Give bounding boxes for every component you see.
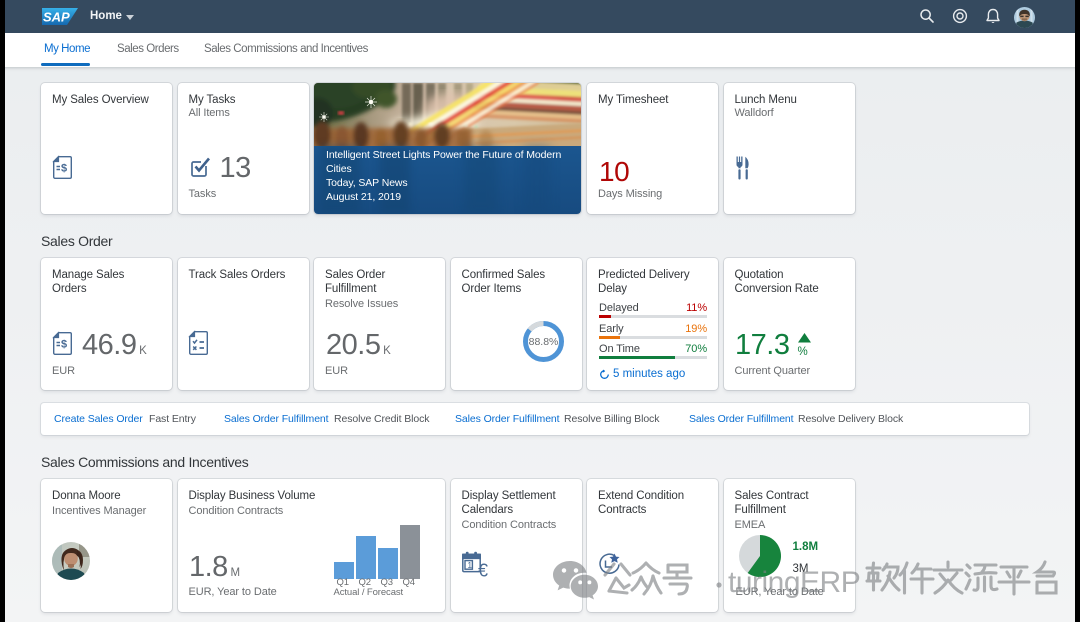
svg-text:1: 1: [467, 560, 472, 570]
svg-text:$: $: [61, 339, 67, 351]
svg-text:SAP: SAP: [43, 10, 70, 25]
svg-text:$: $: [61, 163, 67, 175]
svg-text:88.8%: 88.8%: [529, 336, 559, 348]
svg-text:€: €: [478, 561, 488, 581]
